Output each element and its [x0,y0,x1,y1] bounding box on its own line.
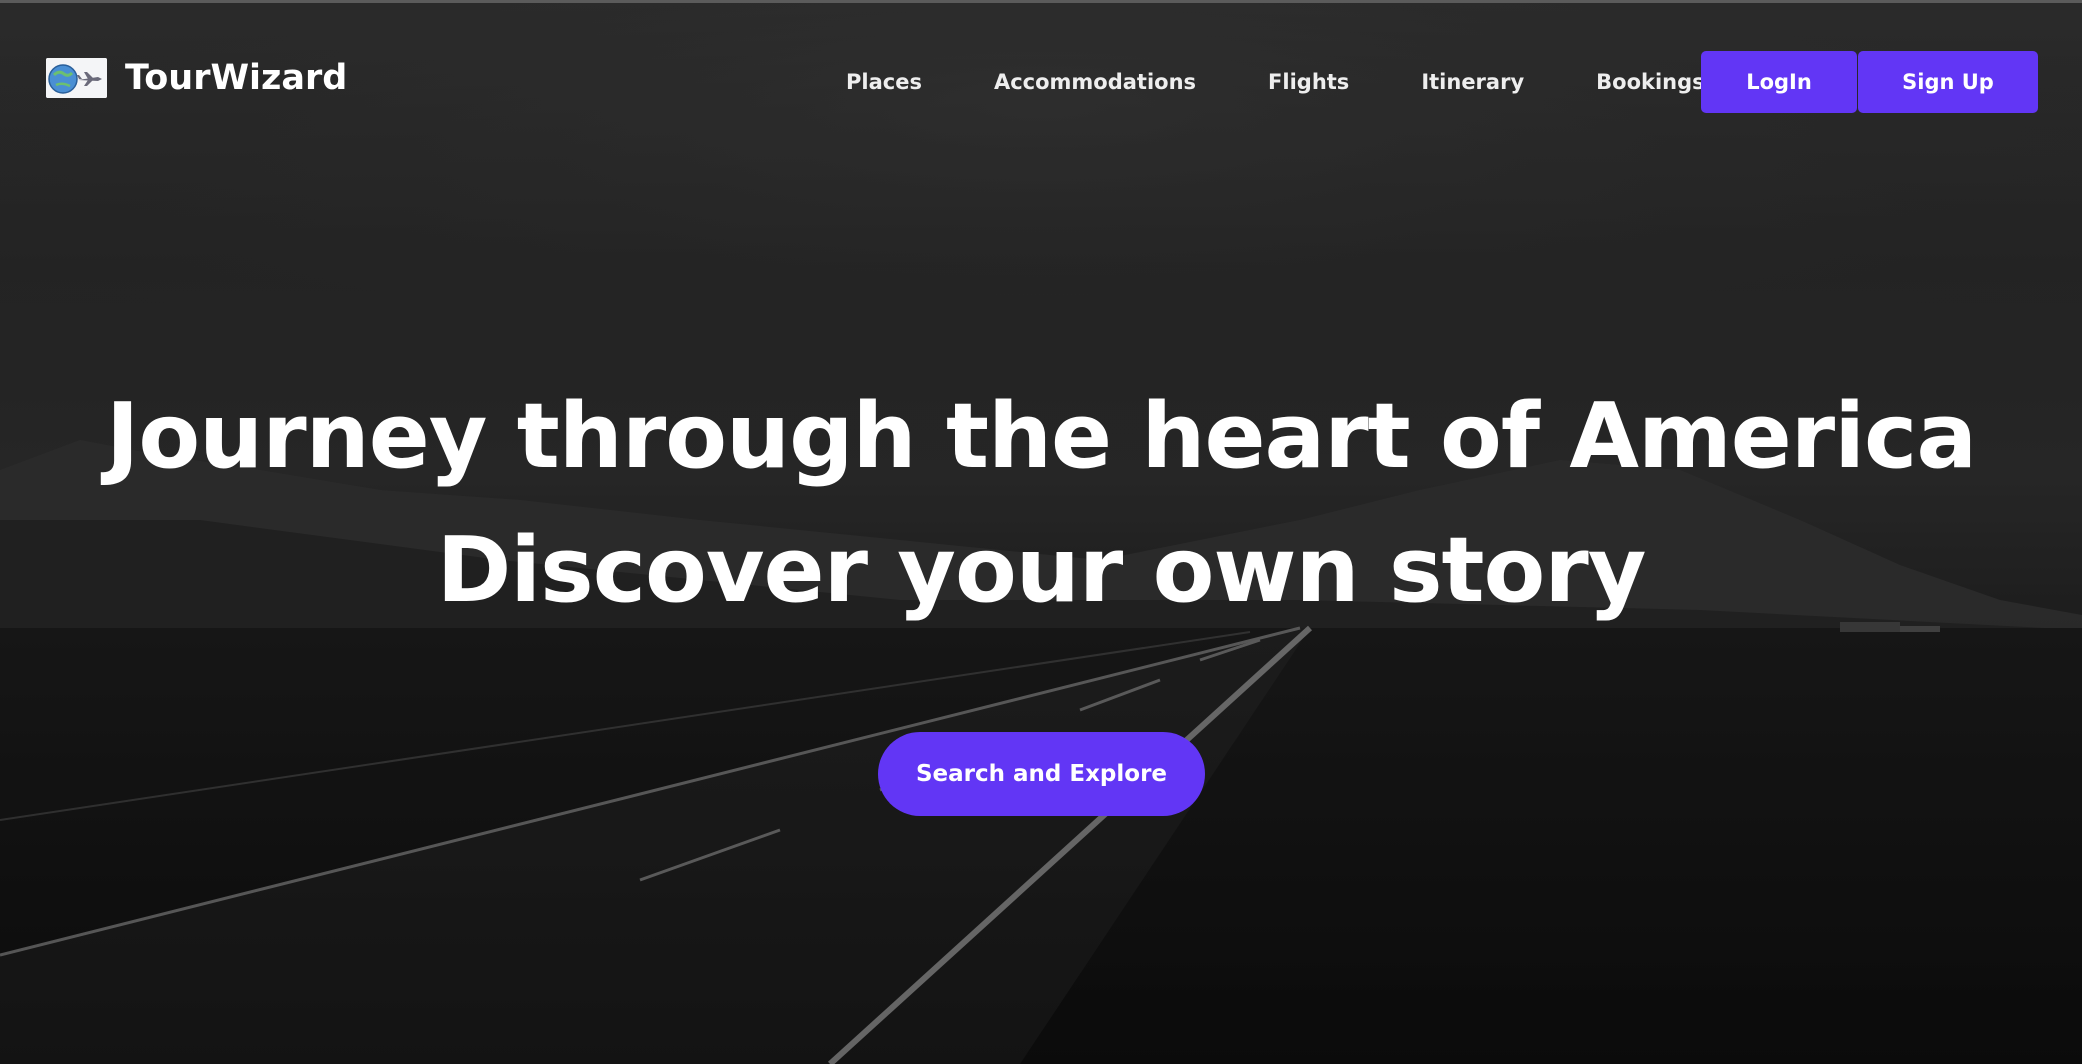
landing-page: TourWizard Places Accommodations Flights… [0,0,2082,1064]
search-and-explore-button[interactable]: Search and Explore [878,732,1205,816]
globe-plane-logo-icon [46,58,107,98]
top-navbar: TourWizard Places Accommodations Flights… [0,0,2082,160]
main-nav: Places Accommodations Flights Itinerary … [810,51,1741,113]
nav-link-flights[interactable]: Flights [1232,51,1385,113]
hero-section: Journey through the heart of America Dis… [0,370,2082,638]
nav-link-itinerary[interactable]: Itinerary [1385,51,1560,113]
hero-headline-line-1: Journey through the heart of America [105,384,1977,489]
login-button[interactable]: LogIn [1701,51,1857,113]
nav-link-accommodations[interactable]: Accommodations [958,51,1232,113]
brand[interactable]: TourWizard [46,57,347,99]
brand-name: TourWizard [125,58,348,98]
signup-button[interactable]: Sign Up [1858,51,2038,113]
hero-headline-line-2: Discover your own story [436,518,1647,623]
nav-link-places[interactable]: Places [810,51,958,113]
